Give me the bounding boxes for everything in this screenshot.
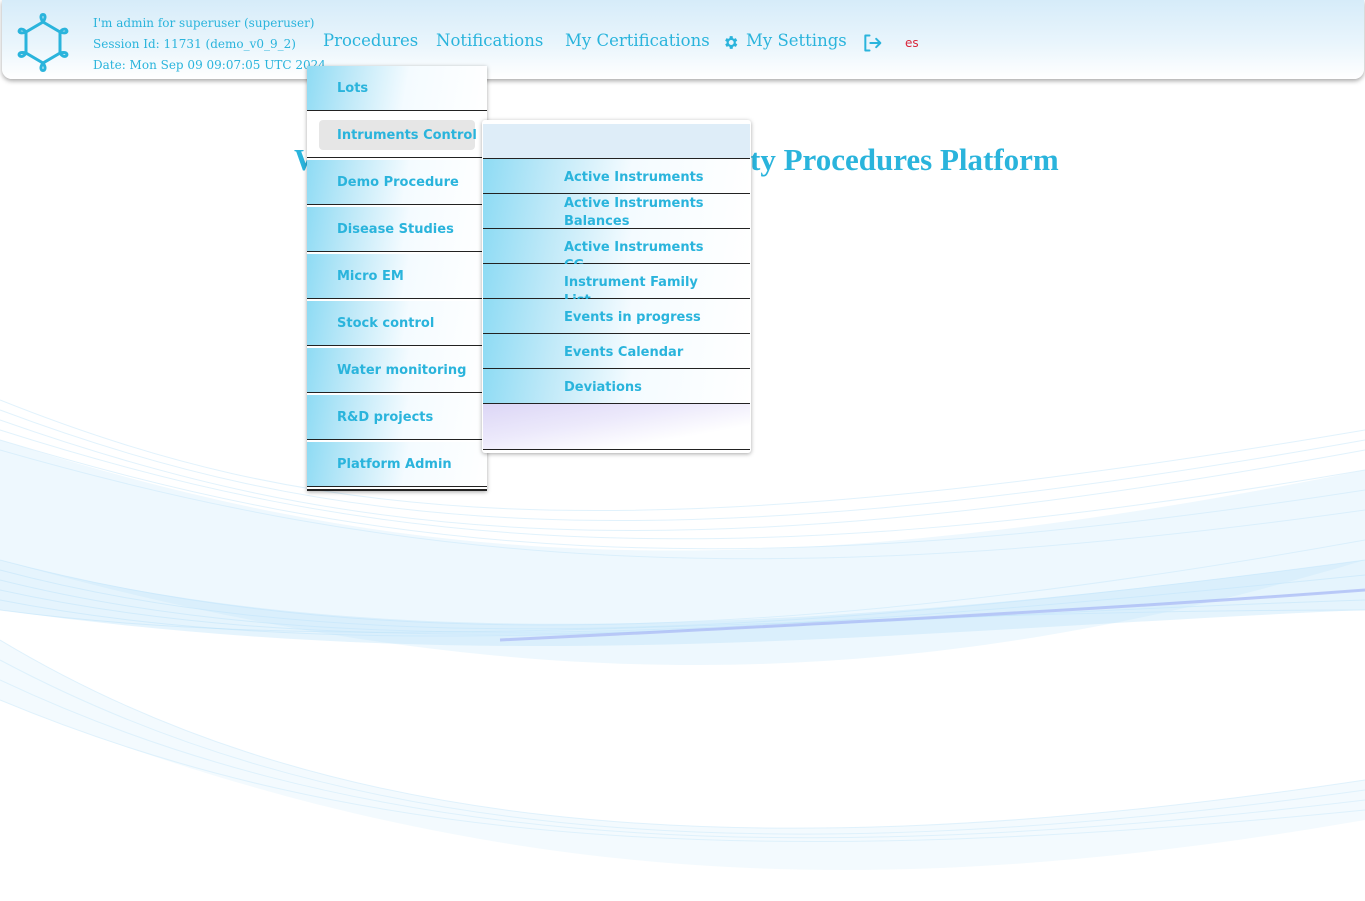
submenu-item-label: Active Instruments Balances: [564, 196, 704, 229]
nav-notifications[interactable]: Notifications: [436, 31, 543, 50]
top-header: I'm admin for superuser (superuser) Sess…: [2, 0, 1364, 79]
submenu-item-active-instruments-cg[interactable]: Active Instruments CG: [483, 229, 750, 273]
instruments-control-submenu: Active Instruments Active Instruments Ba…: [482, 120, 751, 453]
nav-my-settings[interactable]: My Settings: [746, 31, 847, 50]
nav-my-certifications[interactable]: My Certifications: [565, 31, 710, 50]
welcome-title-right: ty Procedures Platform: [750, 142, 1059, 177]
menu-item-label: Water monitoring: [337, 363, 467, 378]
logout-arrow-icon[interactable]: [862, 33, 882, 53]
submenu-header: [483, 124, 750, 159]
menu-item-lots[interactable]: Lots: [307, 66, 487, 111]
gear-icon[interactable]: [722, 34, 739, 51]
submenu-item-label: Deviations: [564, 380, 642, 395]
submenu-item-active-instruments-balances[interactable]: Active Instruments Balances: [483, 194, 750, 229]
submenu-item-events-in-progress[interactable]: Events in progress: [483, 299, 750, 334]
menu-item-label: Disease Studies: [337, 222, 454, 237]
menu-item-label: Stock control: [337, 316, 435, 331]
menu-item-demo-procedure[interactable]: Demo Procedure: [307, 160, 487, 205]
submenu-footer: [483, 404, 750, 450]
submenu-item-active-instruments[interactable]: Active Instruments: [483, 159, 750, 194]
nav-procedures[interactable]: Procedures: [323, 31, 418, 50]
menu-item-instruments-control[interactable]: Intruments Control: [307, 113, 487, 158]
date-line: Date: Mon Sep 09 09:07:05 UTC 2024: [93, 58, 326, 72]
procedures-dropdown: Lots Intruments Control Demo Procedure D…: [307, 66, 487, 491]
menu-item-rd-projects[interactable]: R&D projects: [307, 395, 487, 440]
user-line: I'm admin for superuser (superuser): [93, 16, 315, 30]
submenu-item-label: Active Instruments: [564, 170, 704, 185]
menu-item-label: Micro EM: [337, 269, 404, 284]
menu-item-stock-control[interactable]: Stock control: [307, 301, 487, 346]
molecule-logo-icon[interactable]: [14, 10, 72, 76]
session-info: I'm admin for superuser (superuser) Sess…: [93, 13, 326, 76]
menu-item-label: Platform Admin: [337, 457, 452, 472]
session-line: Session Id: 11731 (demo_v0_9_2): [93, 37, 296, 51]
menu-item-disease-studies[interactable]: Disease Studies: [307, 207, 487, 252]
submenu-item-label: Events Calendar: [564, 345, 684, 360]
menu-item-label: Demo Procedure: [337, 175, 459, 190]
submenu-item-label: Events in progress: [564, 310, 701, 325]
submenu-item-instrument-family-list[interactable]: Instrument Family List: [483, 264, 750, 308]
language-switch[interactable]: es: [905, 36, 919, 50]
menu-item-micro-em[interactable]: Micro EM: [307, 254, 487, 299]
submenu-item-deviations[interactable]: Deviations: [483, 369, 750, 404]
submenu-item-events-calendar[interactable]: Events Calendar: [483, 334, 750, 369]
menu-item-label: R&D projects: [337, 410, 434, 425]
menu-item-platform-admin[interactable]: Platform Admin: [307, 442, 487, 487]
menu-item-label: Lots: [337, 81, 369, 96]
menu-item-label: Intruments Control: [337, 128, 477, 143]
menu-item-water-monitoring[interactable]: Water monitoring: [307, 348, 487, 393]
